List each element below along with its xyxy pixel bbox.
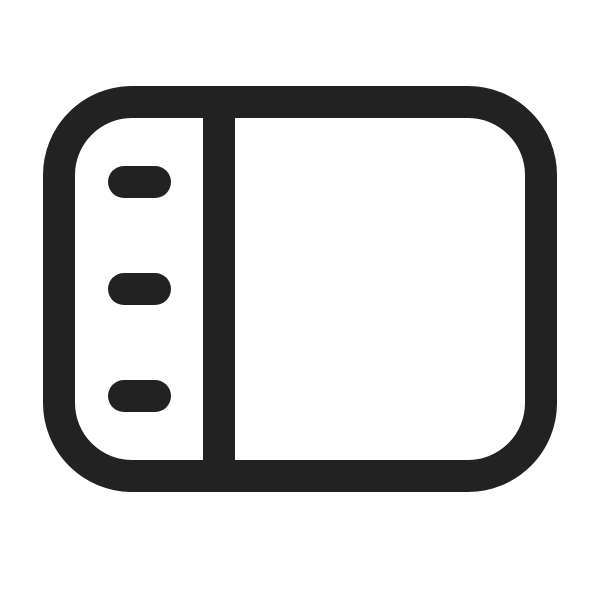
sidebar-layout-icon [43,86,557,492]
icon-canvas [0,0,600,600]
